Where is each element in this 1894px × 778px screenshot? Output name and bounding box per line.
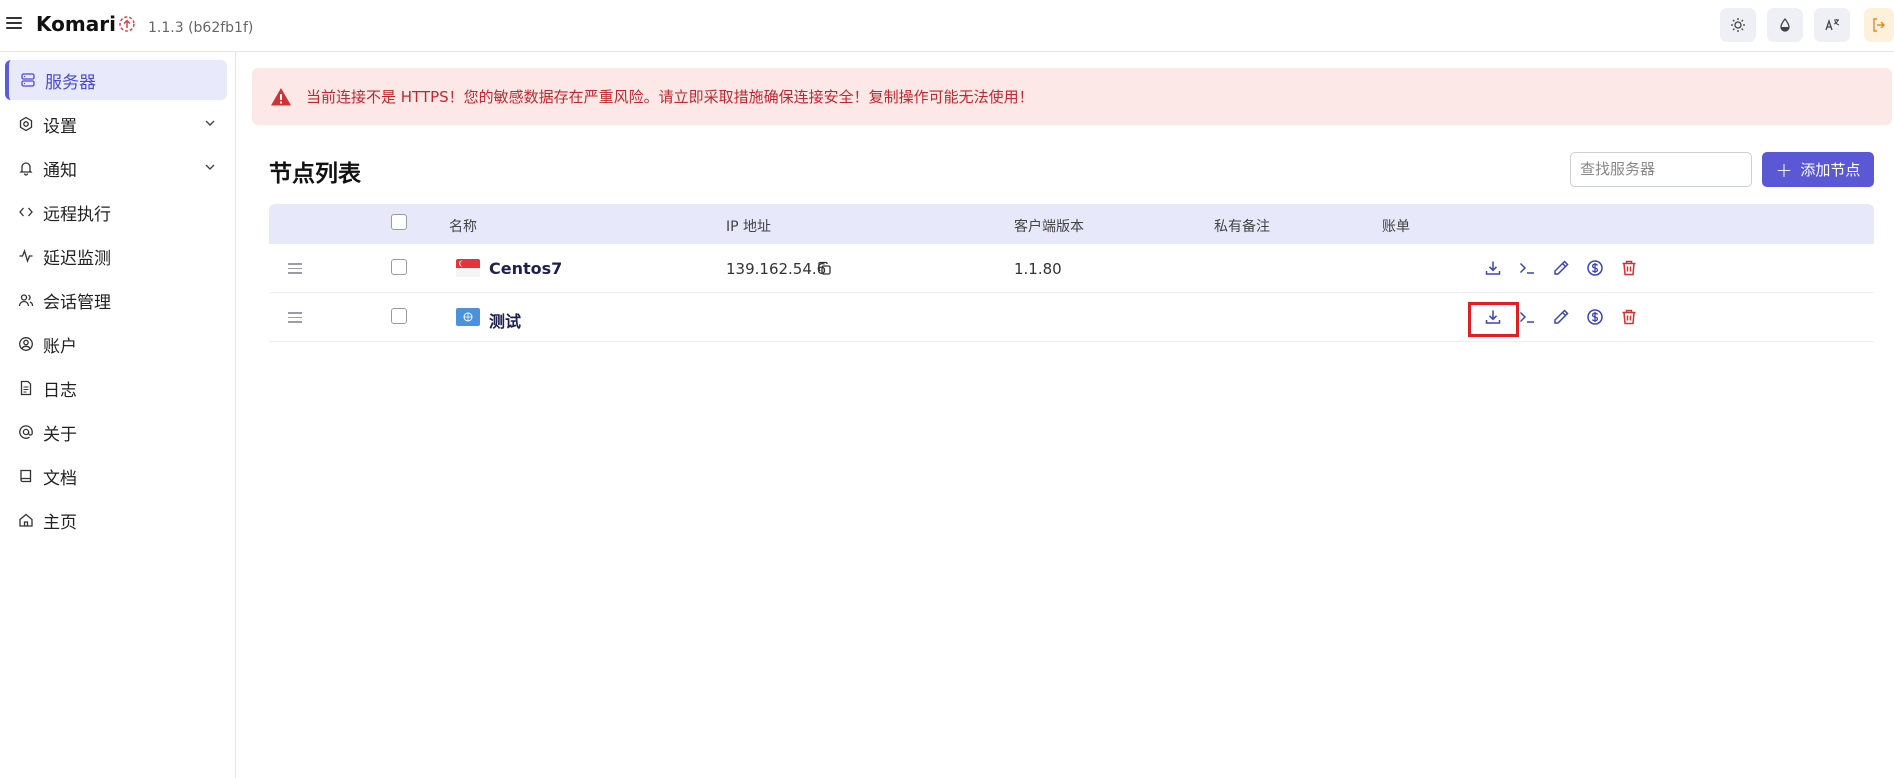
page-title: 节点列表: [269, 161, 361, 187]
sidebar-item-about[interactable]: 关于: [5, 412, 227, 452]
bell-icon: [17, 159, 35, 177]
warning-icon: [271, 87, 291, 105]
sidebar-item-remote-exec[interactable]: 远程执行: [5, 192, 227, 232]
logout-icon[interactable]: [1864, 8, 1894, 42]
at-icon: [17, 423, 35, 441]
client-version: 1.1.80: [1014, 260, 1062, 278]
select-all-checkbox[interactable]: [391, 214, 407, 230]
sidebar-item-label: 日志: [43, 380, 77, 401]
delete-icon[interactable]: [1619, 307, 1639, 327]
version-label: 1.1.3 (b62fb1f): [148, 20, 254, 36]
sidebar: 服务器 设置 通知 远程执行 延迟监测 会话管理 账户 日志 关于 文档 主页: [0, 52, 236, 778]
billing-icon[interactable]: [1585, 307, 1605, 327]
node-ip: 139.162.54.6: [726, 260, 827, 278]
sidebar-item-label: 设置: [43, 116, 77, 137]
terminal-icon[interactable]: [1517, 258, 1537, 278]
table-row[interactable]: Centos7 139.162.54.6 1.1.80: [269, 244, 1874, 293]
menu-icon[interactable]: [6, 17, 22, 31]
sidebar-item-logs[interactable]: 日志: [5, 368, 227, 408]
book-icon: [17, 467, 35, 485]
column-header-ip: IP 地址: [726, 219, 772, 235]
sidebar-item-label: 服务器: [45, 72, 96, 93]
sidebar-item-servers[interactable]: 服务器: [5, 60, 227, 100]
delete-icon[interactable]: [1619, 258, 1639, 278]
row-checkbox[interactable]: [391, 308, 407, 324]
column-header-name: 名称: [449, 219, 477, 235]
add-node-label: 添加节点: [1800, 161, 1861, 179]
sidebar-item-settings[interactable]: 设置: [5, 104, 227, 144]
home-icon: [17, 511, 35, 529]
activity-icon: [17, 247, 35, 265]
alert-text: 当前连接不是 HTTPS！您的敏感数据存在严重风险。请立即采取措施确保连接安全！…: [306, 88, 1034, 106]
highlight-box: [1468, 302, 1519, 337]
sidebar-item-label: 通知: [43, 160, 77, 181]
sidebar-item-account[interactable]: 账户: [5, 324, 227, 364]
node-name[interactable]: 测试: [489, 308, 521, 332]
theme-drop-icon[interactable]: [1767, 8, 1803, 42]
update-icon[interactable]: [118, 15, 136, 33]
column-header-private-note: 私有备注: [1214, 219, 1270, 235]
settings-icon: [17, 115, 35, 133]
plus-icon: +: [1775, 157, 1793, 182]
sun-icon[interactable]: [1720, 8, 1756, 42]
sidebar-item-label: 关于: [43, 424, 77, 445]
translate-icon[interactable]: [1814, 8, 1850, 42]
copy-icon[interactable]: [817, 261, 832, 276]
top-bar: Komari 1.1.3 (b62fb1f): [0, 0, 1894, 52]
table-header: 名称 IP 地址 客户端版本 私有备注 账单: [269, 204, 1874, 244]
terminal-icon[interactable]: [1517, 307, 1537, 327]
sidebar-item-label: 远程执行: [43, 204, 111, 225]
sidebar-item-latency[interactable]: 延迟监测: [5, 236, 227, 276]
brand-name: Komari: [36, 12, 116, 36]
code-icon: [17, 203, 35, 221]
sidebar-item-label: 会话管理: [43, 292, 111, 313]
row-checkbox[interactable]: [391, 259, 407, 275]
edit-icon[interactable]: [1551, 307, 1571, 327]
column-header-billing: 账单: [1382, 219, 1410, 235]
add-node-button[interactable]: + 添加节点: [1762, 152, 1874, 187]
drag-handle-icon[interactable]: [288, 312, 302, 323]
https-warning-alert: 当前连接不是 HTTPS！您的敏感数据存在严重风险。请立即采取措施确保连接安全！…: [252, 68, 1892, 125]
sidebar-item-label: 账户: [43, 336, 77, 357]
server-icon: [19, 71, 37, 89]
sidebar-item-label: 文档: [43, 468, 77, 489]
edit-icon[interactable]: [1551, 258, 1571, 278]
download-icon[interactable]: [1483, 258, 1503, 278]
un-flag-icon: [456, 308, 480, 326]
search-input[interactable]: [1570, 152, 1752, 187]
node-name[interactable]: Centos7: [489, 259, 562, 278]
sidebar-item-label: 主页: [43, 512, 77, 533]
users-icon: [17, 291, 35, 309]
drag-handle-icon[interactable]: [288, 263, 302, 274]
chevron-down-icon: [205, 120, 215, 126]
singapore-flag-icon: [456, 259, 480, 277]
file-icon: [17, 379, 35, 397]
billing-icon[interactable]: [1585, 258, 1605, 278]
table-row[interactable]: 测试: [269, 293, 1874, 342]
sidebar-item-docs[interactable]: 文档: [5, 456, 227, 496]
column-header-client-version: 客户端版本: [1014, 219, 1084, 235]
sidebar-item-sessions[interactable]: 会话管理: [5, 280, 227, 320]
user-circle-icon: [17, 335, 35, 353]
chevron-down-icon: [205, 164, 215, 170]
sidebar-item-home[interactable]: 主页: [5, 500, 227, 540]
sidebar-item-label: 延迟监测: [43, 248, 111, 269]
sidebar-item-notifications[interactable]: 通知: [5, 148, 227, 188]
